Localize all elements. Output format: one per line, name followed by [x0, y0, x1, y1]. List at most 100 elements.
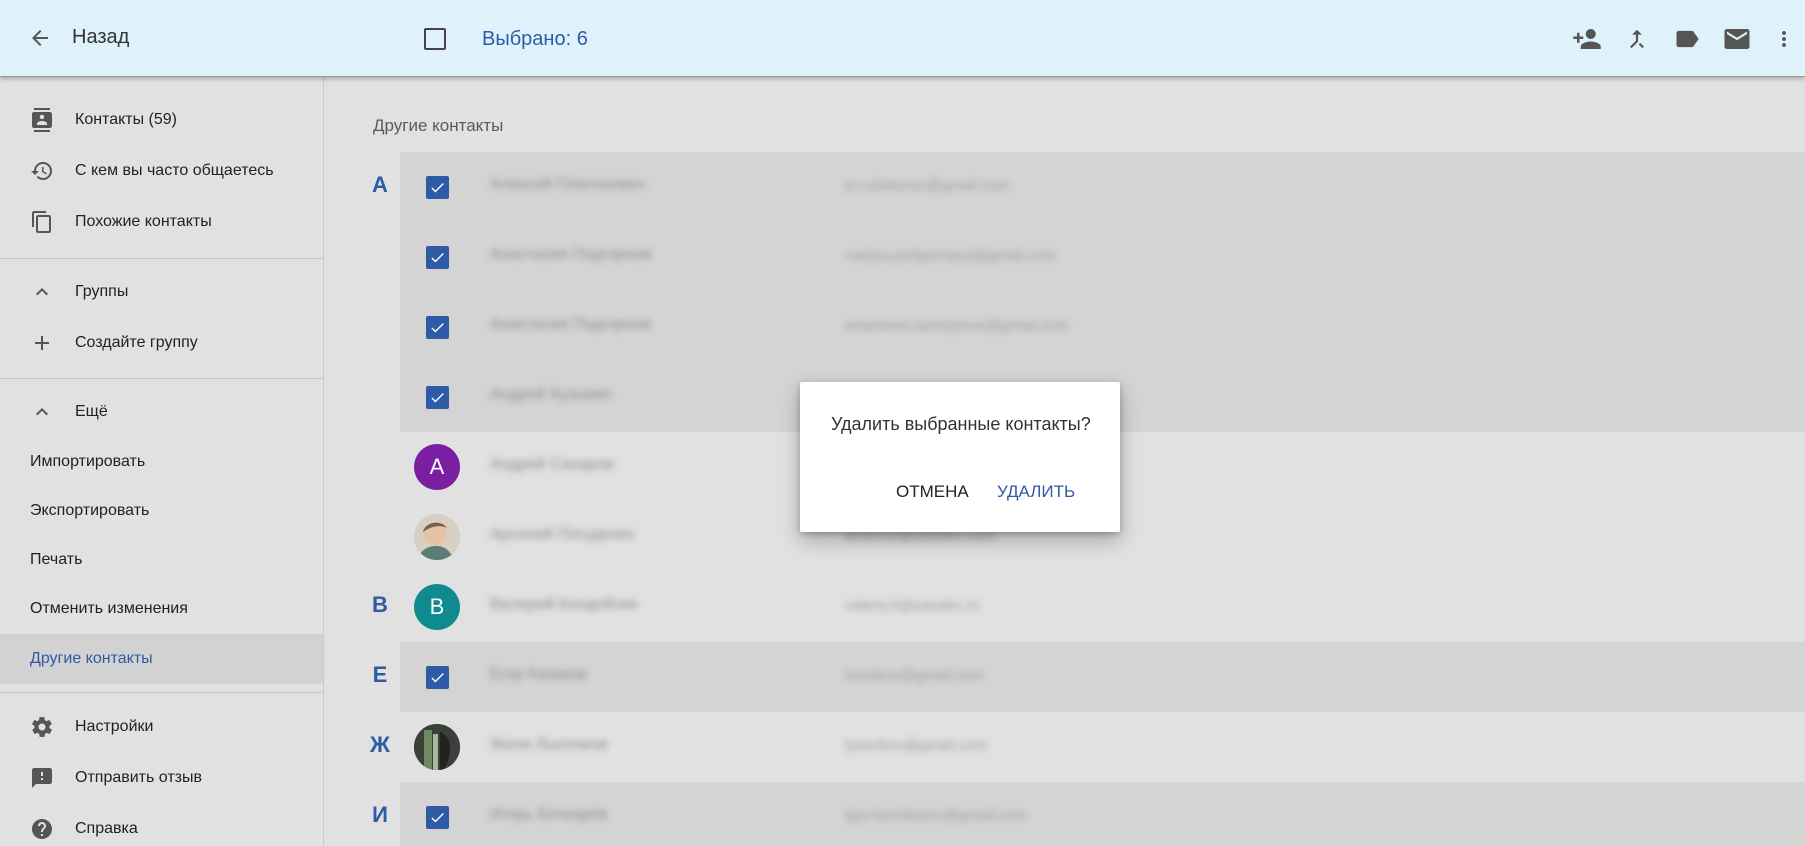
- contact-email: kazakov@gmail.com: [845, 667, 984, 684]
- avatar-photo[interactable]: [414, 514, 460, 560]
- contact-name: Валерий Колдобчик: [490, 596, 638, 613]
- contact-name: Игорь Бочкарёв: [490, 806, 608, 823]
- sidebar-item-label: Импортировать: [30, 453, 146, 470]
- row-checkbox-checked[interactable]: [426, 246, 449, 269]
- label-icon[interactable]: [1670, 22, 1704, 56]
- alphabet-letter: А: [372, 172, 388, 197]
- sidebar-item-label: Отправить отзыв: [75, 769, 202, 786]
- sidebar-item-label: Ещё: [75, 403, 108, 420]
- contact-email: nastya.podgornaya@gmail.com: [845, 247, 1057, 264]
- sidebar-item-frequent[interactable]: С кем вы часто общаетесь: [0, 146, 323, 196]
- contact-name: Андрей Кузьмин: [490, 386, 612, 403]
- sidebar: Контакты (59) С кем вы часто общаетесь П…: [0, 78, 324, 846]
- sidebar-item-duplicates[interactable]: Похожие контакты: [0, 197, 323, 247]
- check-icon: [431, 322, 444, 333]
- alphabet-letter: Е: [372, 662, 388, 687]
- email-icon[interactable]: [1720, 22, 1754, 56]
- contact-row[interactable]: Е Егор Казаков kazakov@gmail.com: [373, 642, 1805, 712]
- copy-icon: [28, 208, 56, 236]
- sidebar-item-label: Другие контакты: [30, 650, 153, 667]
- person-photo-icon: [414, 514, 460, 560]
- sidebar-item-export[interactable]: Экспортировать: [0, 486, 323, 536]
- alphabet-letter: В: [372, 592, 388, 617]
- check-icon: [431, 672, 444, 683]
- sidebar-item-label: Группы: [75, 283, 129, 300]
- plus-icon: [28, 329, 56, 357]
- row-checkbox-checked[interactable]: [426, 806, 449, 829]
- delete-button[interactable]: УДАЛИТЬ: [991, 478, 1081, 506]
- sidebar-divider: [0, 258, 323, 259]
- sidebar-item-label: Контакты (59): [75, 111, 178, 128]
- avatar[interactable]: В: [414, 584, 460, 630]
- select-all-checkbox[interactable]: [424, 28, 446, 50]
- avatar-photo[interactable]: [414, 724, 460, 770]
- contact-row[interactable]: Анастасия Подгорная nastya.podgornaya@gm…: [400, 222, 1805, 292]
- sidebar-item-help[interactable]: Справка: [0, 804, 323, 846]
- check-icon: [431, 252, 444, 263]
- row-checkbox-checked[interactable]: [426, 316, 449, 339]
- selected-count: Выбрано: 6: [482, 28, 588, 50]
- sidebar-item-label: С кем вы часто общаетесь: [75, 162, 274, 179]
- contact-name: Анастасия Подгорная: [490, 246, 652, 263]
- more-vert-icon[interactable]: [1770, 22, 1798, 56]
- dialog-message: Удалить выбранные контакты?: [831, 414, 1091, 434]
- delete-confirm-dialog: Удалить выбранные контакты? ОТМЕНА УДАЛИ…: [800, 382, 1120, 532]
- contact-row[interactable]: Анастасия Подгорная anastasia.samoylova@…: [400, 292, 1805, 362]
- sidebar-item-groups[interactable]: Группы: [0, 267, 323, 317]
- sidebar-item-label: Отменить изменения: [30, 600, 188, 617]
- contact-row[interactable]: В В Валерий Колдобчик valeriy.k@yandex.r…: [372, 572, 1805, 642]
- back-label[interactable]: Назад: [72, 26, 129, 49]
- sidebar-item-contacts[interactable]: Контакты (59): [0, 95, 323, 145]
- contact-row[interactable]: Ж Женя Лысенков lysenkov@gmail.com: [370, 712, 1805, 782]
- person-photo-icon: [414, 724, 460, 770]
- sidebar-item-settings[interactable]: Настройки: [0, 702, 323, 752]
- contact-name: Анастасия Подгорная: [490, 316, 652, 333]
- sidebar-divider: [0, 692, 323, 693]
- alphabet-letter: Ж: [370, 732, 390, 757]
- sidebar-item-label: Похожие контакты: [75, 213, 212, 230]
- sidebar-item-label: Настройки: [75, 718, 154, 735]
- check-icon: [431, 182, 444, 193]
- contact-row[interactable]: И Игорь Бочкарёв igor.bochkarev@gmail.co…: [372, 782, 1805, 846]
- cancel-button[interactable]: ОТМЕНА: [890, 478, 975, 506]
- gear-icon: [28, 713, 56, 741]
- avatar[interactable]: А: [414, 444, 460, 490]
- contact-name: Женя Лысенков: [490, 736, 608, 753]
- back-button[interactable]: [24, 22, 56, 54]
- sidebar-item-label: Печать: [30, 551, 83, 568]
- check-icon: [431, 812, 444, 823]
- arrow-back-icon: [32, 30, 48, 46]
- contact-name: Егор Казаков: [490, 666, 588, 683]
- contacts-icon: [28, 106, 56, 134]
- row-checkbox-checked[interactable]: [426, 176, 449, 199]
- top-app-bar: Назад Выбрано: 6: [0, 0, 1805, 77]
- sidebar-item-label: Справка: [75, 820, 138, 837]
- help-icon: [28, 815, 56, 843]
- check-icon: [431, 392, 444, 403]
- row-checkbox-checked[interactable]: [426, 386, 449, 409]
- sidebar-item-print[interactable]: Печать: [0, 535, 323, 585]
- sidebar-item-more[interactable]: Ещё: [0, 387, 323, 437]
- contact-row[interactable]: А Алексей Платонович a.s.platonov@gmail.…: [372, 152, 1805, 222]
- feedback-icon: [28, 764, 56, 792]
- chevron-up-icon: [28, 398, 56, 426]
- sidebar-item-import[interactable]: Импортировать: [0, 437, 323, 487]
- add-to-contacts-icon[interactable]: [1570, 22, 1604, 56]
- row-checkbox-checked[interactable]: [426, 666, 449, 689]
- sidebar-item-undo[interactable]: Отменить изменения: [0, 584, 323, 634]
- section-title: Другие контакты: [373, 116, 504, 135]
- history-icon: [28, 157, 56, 185]
- sidebar-item-label: Экспортировать: [30, 502, 150, 519]
- chevron-up-icon: [28, 278, 56, 306]
- sidebar-item-feedback[interactable]: Отправить отзыв: [0, 753, 323, 803]
- sidebar-item-other[interactable]: Другие контакты: [0, 634, 323, 684]
- contact-email: anastasia.samoylova@gmail.com: [845, 317, 1069, 334]
- contact-name: Андрей Сахаров: [490, 456, 614, 473]
- sidebar-item-create-group[interactable]: Создайте группу: [0, 318, 323, 368]
- merge-icon[interactable]: [1620, 22, 1654, 56]
- sidebar-item-label: Создайте группу: [75, 334, 198, 351]
- sidebar-divider: [0, 378, 323, 379]
- contact-email: valeriy.k@yandex.ru: [845, 597, 980, 614]
- contact-name: Арсений Погуденко: [490, 526, 635, 543]
- contact-email: igor.bochkarev@gmail.com: [845, 807, 1027, 824]
